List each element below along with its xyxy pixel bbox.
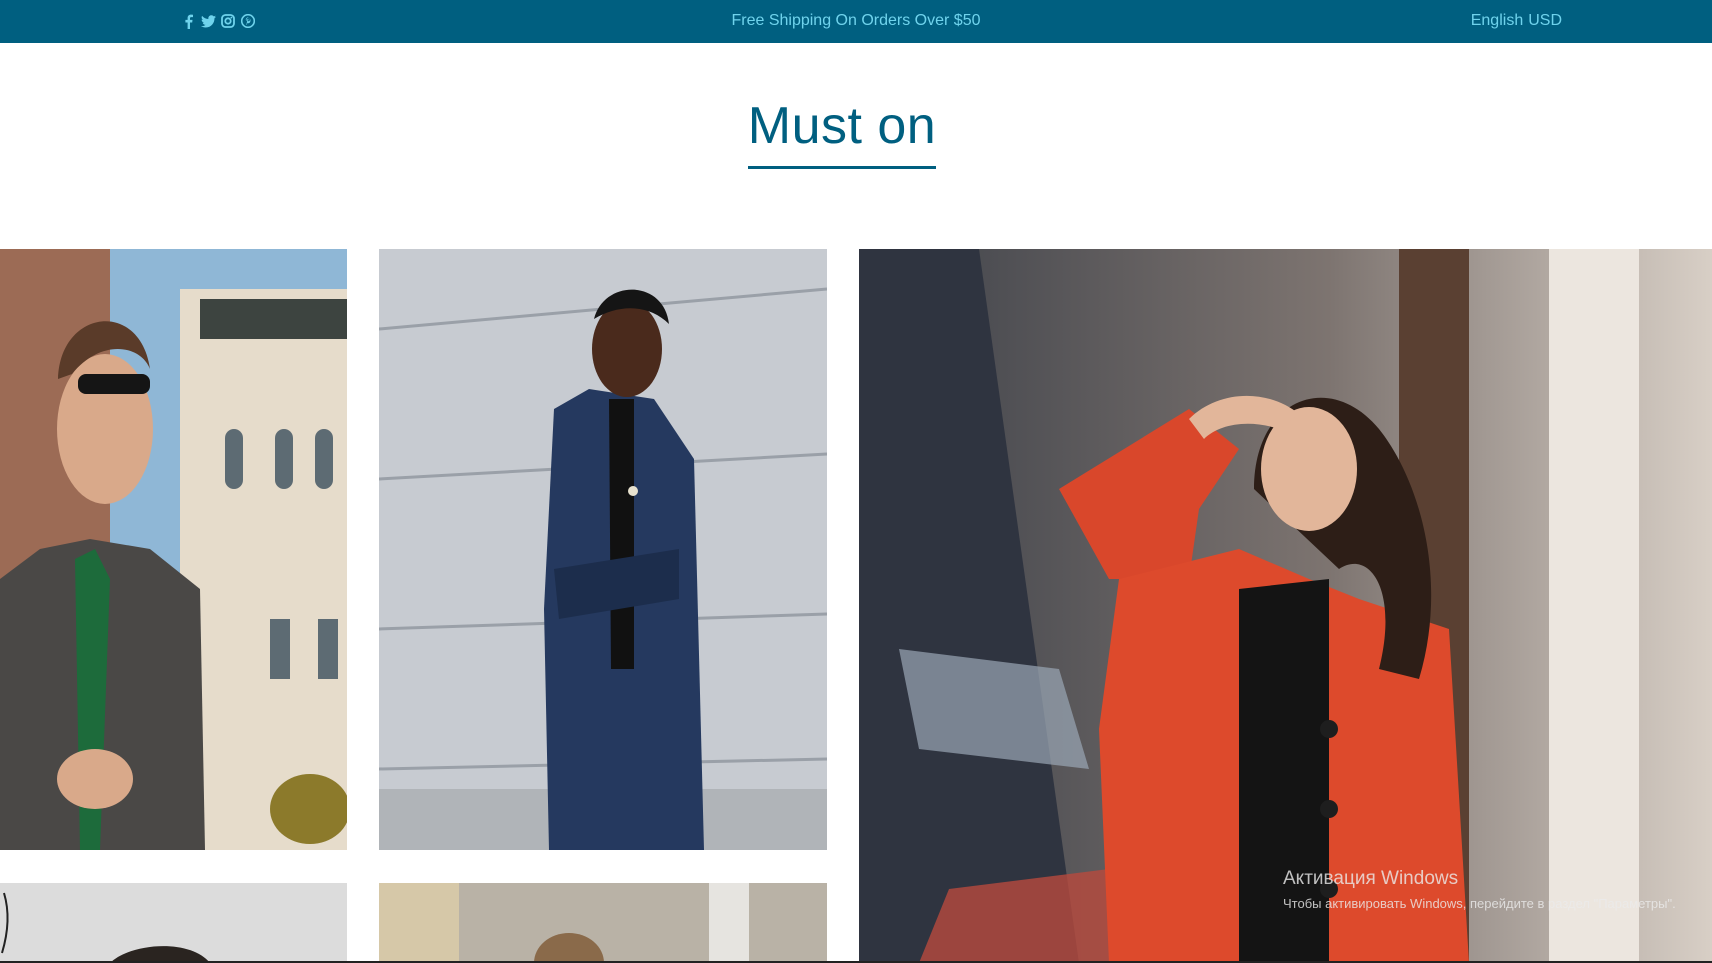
pinterest-icon[interactable] <box>240 12 256 30</box>
promo-banner: Free Shipping On Orders Over $50 <box>0 12 1712 30</box>
instagram-icon[interactable] <box>220 12 236 30</box>
facebook-icon[interactable] <box>180 12 196 30</box>
language-selector[interactable]: English <box>1471 12 1523 30</box>
twitter-icon[interactable] <box>200 12 216 30</box>
section-header: Must on <box>0 96 1684 169</box>
top-announcement-bar: Free Shipping On Orders Over $50 English… <box>0 0 1712 43</box>
gallery-photo-man-blazer[interactable] <box>379 249 827 850</box>
promo-text: Free Shipping On Orders Over $50 <box>731 12 981 29</box>
gallery-photo-partial-middle[interactable] <box>379 883 827 963</box>
currency-selector[interactable]: USD <box>1528 12 1562 30</box>
social-links <box>180 12 256 30</box>
gallery-photo-man-sunglasses[interactable] <box>0 249 347 850</box>
gallery-photo-partial-left[interactable] <box>0 883 347 963</box>
gallery-photo-woman-red-coat[interactable] <box>859 249 1712 963</box>
locale-selector: English USD <box>1471 12 1562 30</box>
watermark-subtitle: Чтобы активировать Windows, перейдите в … <box>1283 896 1676 911</box>
windows-activation-watermark: Активация Windows Чтобы активировать Win… <box>1283 868 1712 911</box>
watermark-title: Активация Windows <box>1283 868 1459 889</box>
section-title: Must on <box>747 96 937 169</box>
